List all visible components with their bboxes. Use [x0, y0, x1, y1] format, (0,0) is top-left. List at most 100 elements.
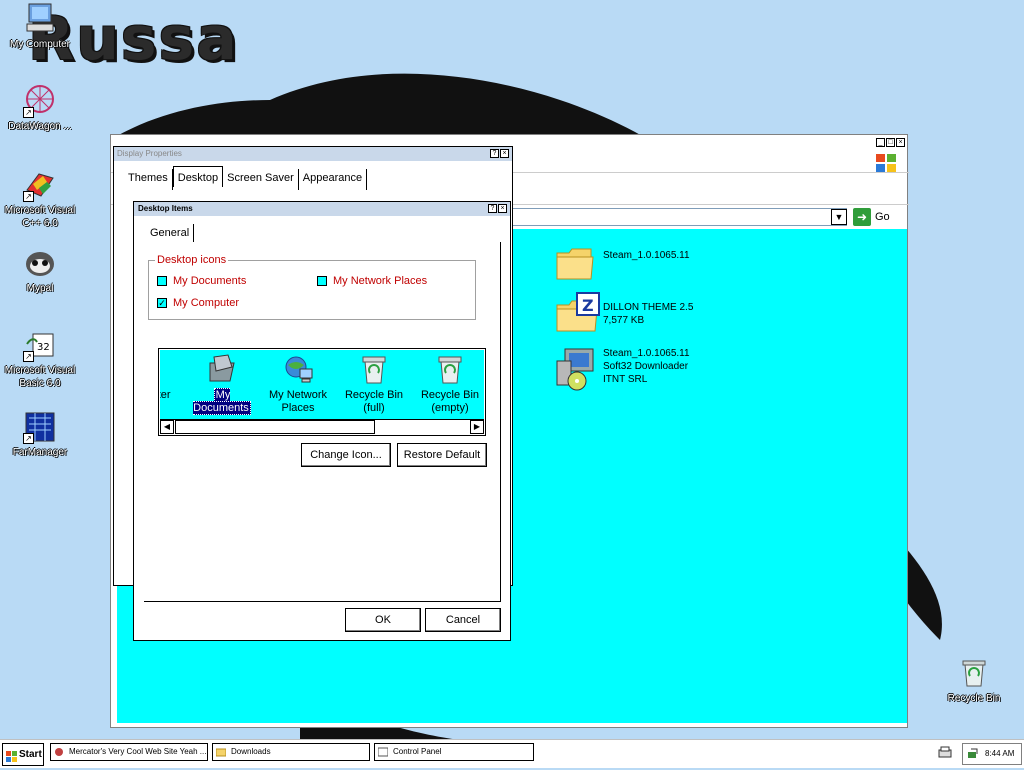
browser-icon: [54, 747, 64, 757]
mypal-icon: [23, 246, 57, 280]
maximize-button[interactable]: □: [886, 138, 895, 147]
taskbar-button-downloads[interactable]: Downloads: [212, 743, 370, 761]
minimize-button[interactable]: _: [876, 138, 885, 147]
recycle-bin-icon: [957, 656, 991, 690]
shortcut-arrow-icon: ↗: [23, 351, 34, 362]
installer-icon: [553, 347, 597, 391]
task-label: Mercator's Very Cool Web Site Yeah ...: [69, 747, 207, 756]
desktop-icon-datawagon[interactable]: ↗ DataWagon ...: [0, 84, 80, 133]
checkbox-my-network-places[interactable]: My Network Places: [317, 275, 427, 287]
ok-button[interactable]: OK: [345, 608, 421, 632]
file-size: 7,577 KB: [603, 315, 645, 326]
dialog-titlebar[interactable]: Display Properties: [114, 147, 512, 161]
desktop-icon-label: Microsoft Visual C++ 6.0: [4, 205, 76, 229]
list-item-label: My Documents: [193, 388, 251, 415]
go-arrow-icon: ➜: [853, 208, 871, 226]
datawagon-icon: ↗: [23, 84, 57, 118]
cancel-button[interactable]: Cancel: [425, 608, 501, 632]
checkbox-label: My Network Places: [333, 275, 428, 287]
file-item[interactable]: Steam_1.0.1065.11: [553, 241, 690, 285]
my-computer-icon: [23, 2, 57, 36]
clock[interactable]: 8:44 AM: [985, 749, 1014, 758]
checkbox-my-documents[interactable]: My Documents: [157, 275, 246, 287]
start-button[interactable]: Start: [2, 743, 44, 766]
help-button[interactable]: ?: [488, 204, 497, 213]
desktop-icon-list[interactable]: puter My Documents My Network Places Re: [158, 348, 486, 436]
desktop-icon-label: Microsoft Visual Basic 6.0: [4, 365, 76, 389]
dialog-window-controls: ? ×: [488, 204, 507, 213]
help-button[interactable]: ?: [490, 149, 499, 158]
explorer-window-controls: _ □ ×: [876, 138, 905, 147]
desktop-icon-visual-basic[interactable]: 32 ↗ Microsoft Visual Basic 6.0: [0, 328, 80, 390]
windows-logo-icon: [875, 153, 897, 173]
desktop-icon-farmanager[interactable]: ↗ FarManager: [0, 410, 80, 459]
tab-desktop[interactable]: Desktop: [172, 166, 224, 187]
file-description: Soft32 Downloader: [603, 361, 689, 372]
address-input[interactable]: [507, 208, 847, 226]
scroll-left-arrow-icon[interactable]: ◀: [160, 420, 174, 434]
scrollbar-thumb[interactable]: [175, 420, 375, 434]
desktop-icon-label: My Computer: [9, 39, 70, 50]
network-places-icon: [282, 353, 314, 385]
tray-printer-icon[interactable]: [934, 744, 956, 762]
checkbox-my-computer[interactable]: ✓ My Computer: [157, 297, 239, 309]
tab-general[interactable]: General: [146, 224, 195, 242]
checkbox-box-checked[interactable]: ✓: [157, 298, 167, 308]
file-company: ITNT SRL: [603, 374, 648, 385]
close-button[interactable]: ×: [498, 204, 507, 213]
file-item[interactable]: Steam_1.0.1065.11 Soft32 Downloader ITNT…: [553, 347, 690, 391]
system-tray: 8:44 AM: [962, 743, 1022, 765]
change-icon-button[interactable]: Change Icon...: [301, 443, 391, 467]
file-name: DILLON THEME 2.5: [603, 302, 694, 313]
checkbox-box[interactable]: [317, 276, 327, 286]
desktop-icon-my-computer[interactable]: My Computer: [0, 2, 80, 51]
go-button[interactable]: ➜ Go: [853, 208, 890, 226]
dialog-titlebar[interactable]: Desktop Items: [134, 202, 510, 216]
close-button[interactable]: ×: [500, 149, 509, 158]
desktop-icon-mypal[interactable]: Mypal: [0, 246, 80, 295]
my-computer-icon: [160, 353, 174, 385]
windows-logo-icon: [6, 749, 17, 762]
taskbar-button-control-panel[interactable]: Control Panel: [374, 743, 534, 761]
group-title: Desktop icons: [155, 254, 229, 266]
list-item-recycle-bin-empty[interactable]: Recycle Bin (empty): [412, 353, 484, 415]
file-name: Steam_1.0.1065.11: [603, 250, 690, 261]
go-label: Go: [875, 211, 890, 223]
icon-strip: puter My Documents My Network Places Re: [160, 350, 484, 420]
file-item[interactable]: Z DILLON THEME 2.5 7,577 KB: [553, 291, 693, 335]
desktop-icon-visual-cpp[interactable]: ↗ Microsoft Visual C++ 6.0: [0, 168, 80, 230]
checkbox-label: My Computer: [173, 297, 240, 309]
horizontal-scrollbar[interactable]: ◀ ▶: [160, 419, 484, 434]
address-dropdown-button[interactable]: ▼: [831, 209, 847, 225]
restore-default-button[interactable]: Restore Default: [397, 443, 487, 467]
scroll-right-arrow-icon[interactable]: ▶: [470, 420, 484, 434]
task-label: Control Panel: [393, 747, 442, 756]
list-item-label: Recycle Bin: [344, 389, 404, 401]
task-label: Downloads: [231, 747, 271, 756]
list-item-label: (empty): [431, 402, 469, 414]
folder-icon: [215, 747, 227, 757]
list-item-label: (full): [363, 402, 385, 414]
tab-themes[interactable]: Themes: [124, 169, 173, 190]
desktop-icon-recycle-bin[interactable]: Recycle Bin: [934, 656, 1014, 705]
desktop-icons-group: Desktop icons My Documents My Network Pl…: [148, 254, 476, 320]
list-item-my-documents[interactable]: My Documents: [184, 353, 260, 415]
network-tray-icon[interactable]: [967, 748, 979, 768]
list-item-recycle-bin-full[interactable]: Recycle Bin (full): [336, 353, 412, 415]
desktop-icon-label: DataWagon ...: [8, 121, 72, 132]
close-button[interactable]: ×: [896, 138, 905, 147]
checkbox-box[interactable]: [157, 276, 167, 286]
zip-folder-icon: Z: [553, 291, 600, 335]
desktop-icon-label: FarManager: [12, 447, 68, 458]
taskbar-button-browser[interactable]: Mercator's Very Cool Web Site Yeah ...: [50, 743, 208, 761]
desktop-icon-label: Mypal: [26, 283, 54, 294]
file-name: Steam_1.0.1065.11: [603, 348, 690, 359]
visual-cpp-icon: ↗: [23, 168, 57, 202]
start-label: Start: [19, 749, 42, 760]
tab-screen-saver[interactable]: Screen Saver: [223, 169, 299, 190]
list-item-my-network-places[interactable]: My Network Places: [260, 353, 336, 415]
tab-appearance[interactable]: Appearance: [299, 169, 368, 190]
recycle-bin-empty-icon: [434, 353, 466, 385]
desktop-icon-label: Recycle Bin: [947, 693, 1001, 704]
desktop-items-dialog: Desktop Items ? × General Desktop icons …: [133, 201, 511, 641]
